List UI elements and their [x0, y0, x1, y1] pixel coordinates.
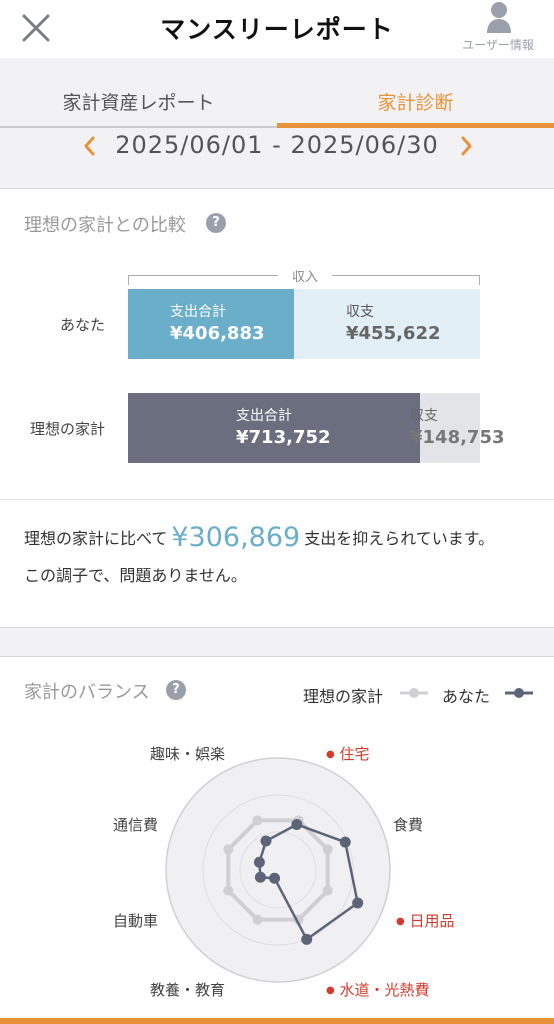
tab-asset-report[interactable]: 家計資産レポート	[0, 80, 277, 128]
legend-you-label: あなた	[442, 687, 491, 706]
comparison-message-line2: この調子で、問題ありません。	[24, 566, 247, 585]
next-period-button[interactable]	[452, 132, 480, 160]
radar-point	[322, 844, 333, 855]
radar-point	[223, 844, 234, 855]
period-selector: 2025/06/01 - 2025/06/30	[0, 128, 554, 162]
legend-you-marker	[505, 688, 533, 698]
radar-label-education: 教養・教育	[150, 981, 226, 999]
radar-point	[269, 872, 281, 884]
radar-point	[253, 856, 265, 868]
ideal-balance-value: ¥148,753	[410, 427, 505, 448]
tab-household-diagnosis[interactable]: 家計診断	[277, 80, 554, 128]
radar-point	[322, 885, 333, 896]
message-suffix: 支出を抑えられています。	[304, 529, 495, 548]
radar-background	[165, 757, 391, 983]
row-label-ideal: 理想の家計	[30, 420, 106, 438]
comparison-message: 理想の家計に比べて ¥306,869 支出を抑えられています。	[24, 522, 494, 553]
radar-point	[352, 897, 364, 909]
help-icon[interactable]: ?	[206, 213, 226, 233]
user-info-button[interactable]: ユーザー情報	[450, 0, 546, 56]
balance-radar-chart	[165, 757, 391, 983]
radar-label-utilities: ● 水道・光熱費	[326, 981, 430, 999]
balance-title: 家計のバランス	[24, 682, 150, 703]
radar-label-hobby: 趣味・娯楽	[150, 745, 226, 763]
legend-ideal-marker	[400, 688, 428, 698]
card-divider	[0, 499, 554, 500]
savings-amount: ¥306,869	[171, 522, 301, 553]
row-label-you: あなた	[60, 316, 106, 334]
income-label: 収入	[278, 266, 332, 285]
radar-label-housing: ● 住宅	[326, 745, 370, 763]
radar-label-food: 食費	[393, 816, 424, 834]
legend-ideal-label: 理想の家計	[303, 687, 384, 706]
radar-point	[223, 885, 234, 896]
your-spending-label: 支出合計	[170, 304, 226, 320]
app-header: マンスリーレポート ユーザー情報	[0, 0, 554, 58]
message-prefix: 理想の家計に比べて	[24, 529, 168, 548]
radar-label-car: 自動車	[113, 912, 159, 930]
comparison-title: 理想の家計との比較	[24, 215, 186, 236]
radar-label-daily-goods: ● 日用品	[396, 912, 455, 930]
user-info-label: ユーザー情報	[462, 38, 534, 52]
radar-point	[301, 933, 313, 945]
your-spending-value: ¥406,883	[170, 323, 265, 344]
ideal-balance-label: 収支	[410, 408, 438, 424]
bottom-accent-bar	[0, 1018, 554, 1024]
radar-point	[260, 835, 272, 847]
radar-point	[252, 815, 263, 826]
your-balance-value: ¥455,622	[346, 323, 441, 344]
ideal-spending-value: ¥713,752	[236, 427, 331, 448]
user-icon	[487, 2, 511, 33]
radar-point	[291, 818, 303, 830]
chevron-right-icon	[461, 136, 472, 156]
report-tabs: 家計資産レポート 家計診断	[0, 80, 554, 128]
warning-dot-icon: ●	[326, 749, 335, 760]
your-balance-label: 収支	[346, 304, 374, 320]
warning-dot-icon: ●	[326, 985, 335, 996]
help-icon[interactable]: ?	[166, 680, 186, 700]
radar-point	[254, 871, 266, 883]
radar-label-communication: 通信費	[113, 816, 159, 834]
radar-point	[339, 836, 351, 848]
warning-dot-icon: ●	[396, 916, 405, 927]
radar-point	[252, 914, 263, 925]
ideal-spending-label: 支出合計	[236, 408, 292, 424]
